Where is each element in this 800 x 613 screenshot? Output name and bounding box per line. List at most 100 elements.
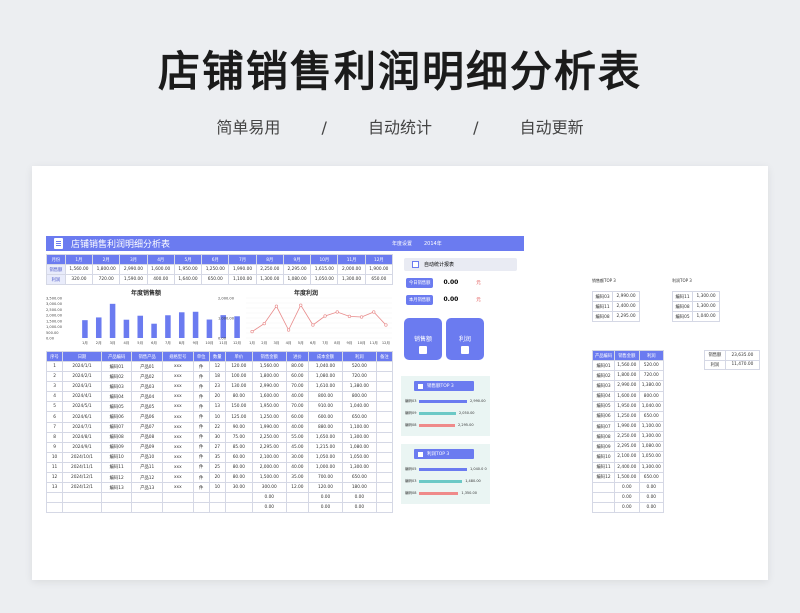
table-cell: 1,380.00: [638, 380, 665, 392]
table-cell: 520.00: [341, 360, 377, 373]
profit-cell: 1,050.00: [310, 274, 339, 285]
table-cell: 650.00: [638, 410, 665, 422]
table-cell: 编码05: [100, 401, 133, 413]
profit-cell: 1,590.00: [119, 274, 148, 285]
ranking-bar: [419, 467, 467, 471]
x-tick-label: 8月: [334, 340, 340, 345]
y-tick-label: 0.00: [46, 337, 55, 341]
month-sales-value: 0.00: [443, 296, 459, 303]
row-label: 利润: [46, 274, 66, 285]
spreadsheet-preview: 店铺销售利润明细分析表 年度设置 2014年 月份 1月 2月 3月 4月 5月 6月 7月 8…: [32, 166, 768, 580]
report-icon: [412, 261, 419, 268]
x-tick-label: 7月: [322, 340, 328, 345]
table-cell: 0.00: [341, 492, 377, 504]
table-row: 编码08 1,300.00: [671, 301, 720, 312]
sales-cell: 2,000.00: [337, 264, 366, 275]
x-tick-label: 4月: [123, 340, 129, 345]
table-cell: 编码03: [591, 291, 614, 302]
table-cell: 7: [45, 421, 64, 433]
totals-row: 销售额 23,635.00: [704, 350, 761, 361]
table-cell: 0.00: [251, 502, 287, 514]
header-cell: 数量: [208, 351, 226, 362]
table-cell: 2024/11/1: [62, 461, 102, 474]
table-row: 编码08 2,250.00 1,300.00: [591, 431, 665, 443]
table-cell: [62, 502, 102, 514]
table-cell: 2,100.00: [251, 451, 287, 463]
table-cell: 80.00: [285, 360, 310, 373]
table-cell: 0.00: [251, 492, 287, 504]
sales-chart: 年度销售额 3,500.00 3,000.00 2,500.00 2,000.00 1,…: [46, 288, 246, 346]
table-cell: [285, 492, 310, 504]
y-tick-label: 2,000.00: [218, 297, 235, 301]
sales-button[interactable]: 销售额: [404, 318, 442, 360]
table-cell: 编码10: [100, 451, 133, 463]
table-cell: 60.00: [285, 371, 310, 383]
table-cell: 1,215.00: [308, 441, 343, 453]
ranking-label: 编码03: [405, 478, 417, 483]
table-cell: 11,470.00: [724, 359, 761, 370]
table-cell: 12: [45, 472, 64, 484]
table-cell: 1,610.00: [308, 381, 343, 393]
table-cell: 1,560.00: [251, 360, 287, 373]
table-cell: 22: [208, 421, 226, 433]
header-cell: 7月: [228, 254, 257, 265]
table-cell: 0.00: [614, 481, 640, 493]
ranking-value: 2,990.00: [470, 399, 486, 403]
table-cell: 编码09: [591, 441, 616, 453]
ranking-bar-row: 编码05 1,040.0 0: [405, 466, 487, 472]
header-cell: 利润: [341, 351, 377, 362]
table-row: 9 2024/9/1 编码09 产品09 xxx 件 27 85.00 2,295.00 45.0…: [45, 441, 394, 453]
table-cell: 2024/8/1: [62, 431, 102, 443]
x-tick-label: 9月: [346, 340, 352, 345]
table-cell: 销售额: [704, 350, 726, 361]
table-cell: 120.00: [224, 360, 253, 373]
table-cell: 2024/10/1: [62, 451, 102, 463]
table-cell: 编码08: [100, 431, 133, 443]
table-cell: xxx: [162, 431, 194, 443]
table-cell: 60.00: [224, 451, 253, 463]
table-cell: 20: [208, 472, 226, 484]
table-cell: xxx: [162, 360, 194, 373]
ranking-bar: [419, 491, 459, 495]
sales-bar: [123, 319, 130, 338]
header-cell: 单价: [224, 351, 253, 362]
hero-tag: 简单易用: [216, 118, 281, 137]
profit-point: [384, 323, 388, 327]
profit-button[interactable]: 利润: [446, 318, 484, 360]
table-cell: 件: [192, 461, 210, 474]
table-cell: 2,990.00: [614, 380, 640, 392]
year-setting-value[interactable]: 2014年: [424, 240, 442, 247]
table-cell: 27: [208, 441, 226, 453]
table-cell: 125.00: [224, 411, 253, 423]
sales-cell: 2,295.00: [282, 264, 312, 275]
ranking-icon: [418, 451, 423, 457]
table-cell: 70.00: [285, 401, 310, 413]
table-cell: 0.00: [308, 492, 343, 504]
ranking-bar-row: 编码03 1,480.00: [405, 478, 481, 484]
sales-bar: [151, 323, 157, 338]
table-cell: 5: [45, 401, 64, 413]
table-cell: 编码08: [591, 311, 614, 322]
table-cell: [375, 391, 394, 403]
header-cell: 产品编码: [100, 351, 133, 362]
profit-cell: 1,100.00: [228, 274, 257, 285]
sales-top3-card: 销售额TOP 3 编码03 2,990.00 编码09 2,050.00 编码08 2,2…: [401, 376, 490, 436]
ranking-bar: [419, 423, 455, 427]
profit-cell: 1,300.00: [337, 274, 366, 285]
totals-row: 利润 11,470.00: [704, 359, 761, 370]
ranking-value: 2,295.00: [458, 423, 474, 427]
header-cell: 产品编码: [591, 349, 616, 362]
table-cell: [591, 491, 616, 504]
table-cell: 910.00: [308, 401, 343, 413]
y-tick-label: 3,000.00: [46, 302, 63, 306]
table-cell: 1,380.00: [341, 381, 377, 393]
table-cell: 1,500.00: [614, 471, 640, 483]
totals-table: 销售额 23,635.00 利润 11,470.00: [704, 350, 761, 370]
sales-cell: 1,250.00: [201, 264, 230, 275]
table-cell: 45.00: [285, 441, 310, 453]
table-cell: 90.00: [224, 421, 253, 433]
hero-tag: 自动更新: [519, 118, 584, 137]
table-cell: 650.00: [341, 472, 377, 484]
table-cell: 0.00: [638, 491, 665, 504]
header-cell: 销售金额: [251, 351, 287, 362]
